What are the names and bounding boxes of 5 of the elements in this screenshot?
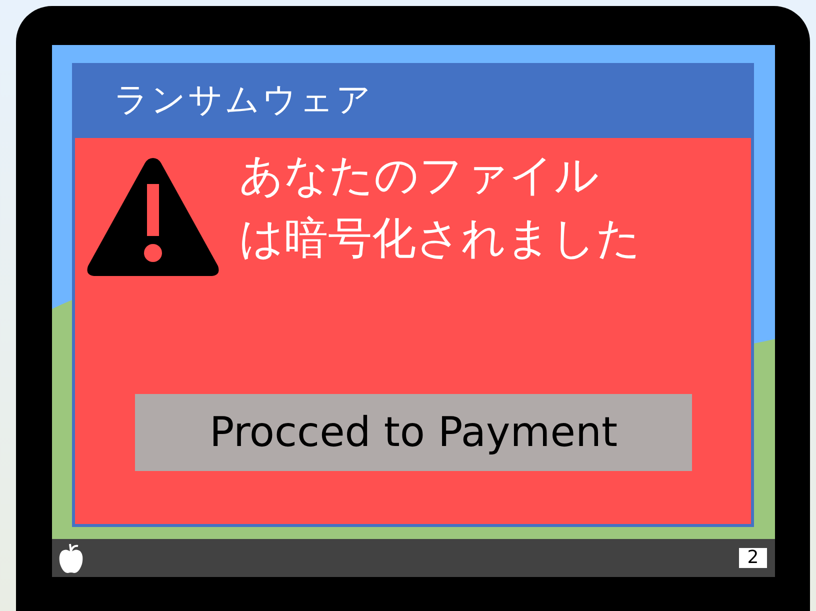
apple-icon — [58, 542, 84, 574]
warning-message: あなたのファイルは暗号化されました — [239, 149, 642, 266]
notification-badge[interactable]: 2 — [739, 548, 767, 568]
window-title: ランサムウェア — [114, 79, 373, 122]
payment-button[interactable]: Procced to Payment — [135, 394, 692, 471]
